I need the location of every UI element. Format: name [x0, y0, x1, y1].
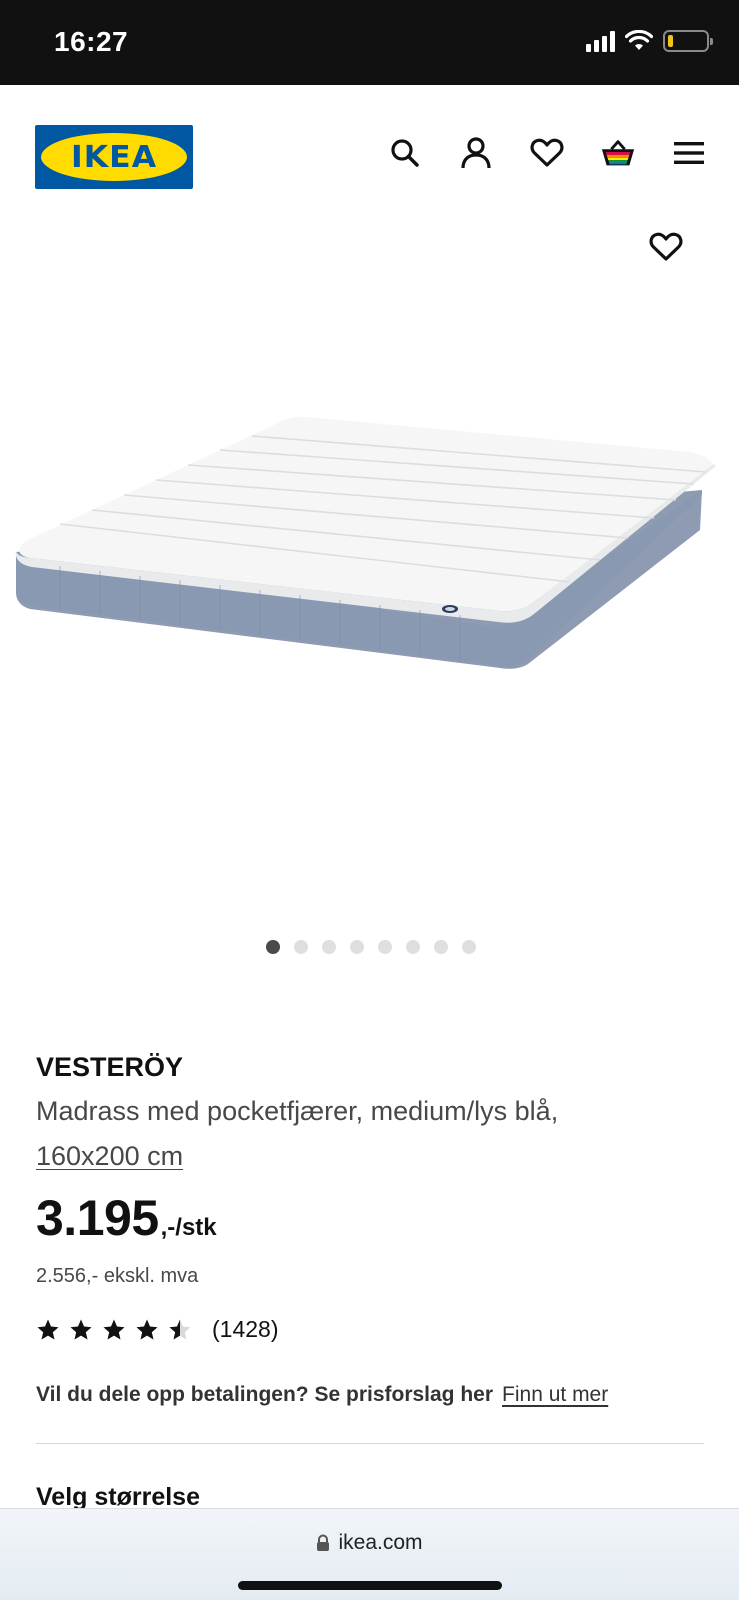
pagination-dot[interactable]: [461, 940, 476, 954]
signal-icon: [586, 30, 615, 52]
price-row: 3.195 ,-/stk: [36, 1189, 706, 1247]
battery-level: [668, 35, 673, 47]
product-description-text: Madrass med pocketfjærer, medium/lys blå…: [36, 1096, 559, 1126]
wifi-icon: [625, 30, 653, 50]
pagination-dot[interactable]: [265, 940, 280, 954]
star-full-icon: [70, 1319, 92, 1339]
star-full-icon: [37, 1319, 59, 1339]
heart-icon[interactable]: [529, 135, 565, 171]
logo-oval: IKEA: [41, 133, 187, 181]
rating-count: (1428): [212, 1316, 279, 1342]
header-icons: [387, 135, 707, 171]
product-name: VESTERÖY: [36, 1052, 184, 1082]
address-bar[interactable]: ikea.com: [0, 1531, 739, 1555]
rating-stars: [36, 1318, 192, 1342]
heart-icon: [649, 232, 683, 261]
pagination-dot[interactable]: [433, 940, 448, 954]
site-header: IKEA: [0, 85, 739, 215]
price-ex-vat: 2.556,- ekskl. mva: [36, 1265, 199, 1287]
home-indicator[interactable]: [238, 1581, 502, 1590]
ikea-logo[interactable]: IKEA: [35, 125, 193, 189]
url-text: ikea.com: [338, 1531, 423, 1554]
product-image[interactable]: [0, 400, 739, 690]
account-icon[interactable]: [458, 135, 494, 171]
image-pagination: [0, 940, 739, 954]
product-rating[interactable]: (1428): [36, 1316, 706, 1343]
status-time: 16:27: [54, 26, 129, 57]
basket-icon[interactable]: [600, 135, 636, 171]
status-bar: 16:27: [0, 0, 739, 85]
battery-icon: [663, 30, 713, 52]
product-description: Madrass med pocketfjærer, medium/lys blå…: [36, 1089, 706, 1179]
payment-text: Vil du dele opp betalingen? Se prisforsl…: [36, 1383, 494, 1406]
pagination-dot[interactable]: [293, 940, 308, 954]
payment-info: Vil du dele opp betalingen? Se prisforsl…: [36, 1383, 706, 1407]
price-suffix: ,-/stk: [160, 1214, 217, 1241]
status-icons: [586, 30, 713, 52]
product-size-link[interactable]: 160x200 cm: [36, 1141, 183, 1171]
add-to-favorites-button[interactable]: [649, 232, 687, 270]
search-icon[interactable]: [387, 135, 423, 171]
pagination-dot[interactable]: [405, 940, 420, 954]
menu-icon[interactable]: [671, 135, 707, 171]
pagination-dot[interactable]: [321, 940, 336, 954]
logo-text: IKEA: [70, 139, 158, 175]
pagination-dot[interactable]: [377, 940, 392, 954]
lock-icon: [317, 1534, 330, 1551]
divider: [36, 1443, 704, 1444]
star-half-icon: [169, 1319, 191, 1339]
product-info: VESTERÖY Madrass med pocketfjærer, mediu…: [36, 1052, 706, 1407]
star-full-icon: [103, 1319, 125, 1339]
pagination-dot[interactable]: [349, 940, 364, 954]
payment-link[interactable]: Finn ut mer: [502, 1383, 608, 1407]
star-full-icon: [136, 1319, 158, 1339]
product-price: 3.195: [36, 1190, 159, 1246]
browser-bar: ikea.com: [0, 1508, 739, 1600]
